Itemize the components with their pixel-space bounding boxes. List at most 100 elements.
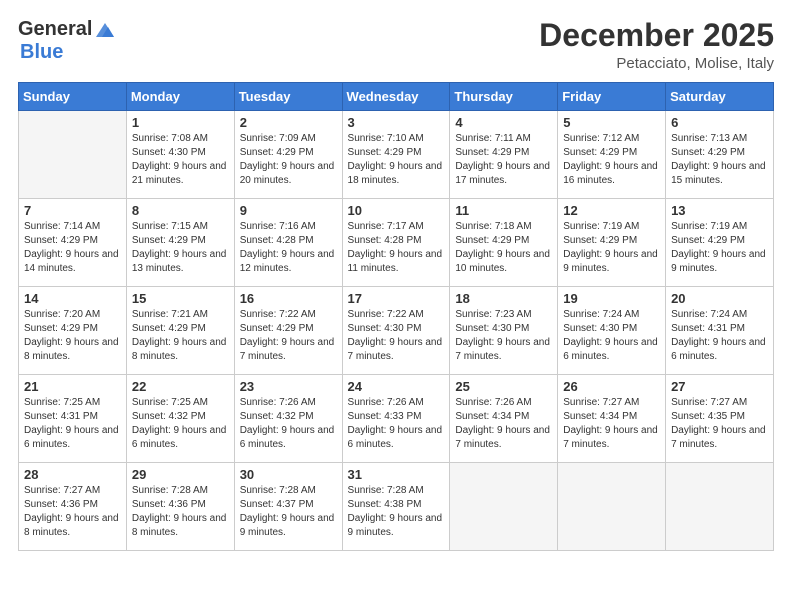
- logo-blue-text: Blue: [20, 41, 63, 63]
- day-info: Sunrise: 7:22 AM Sunset: 4:29 PM Dayligh…: [240, 308, 337, 364]
- col-header-friday: Friday: [558, 83, 666, 111]
- day-number: 15: [132, 291, 229, 306]
- day-number: 20: [671, 291, 768, 306]
- calendar-cell: 30 Sunrise: 7:28 AM Sunset: 4:37 PM Dayli…: [234, 463, 342, 551]
- calendar-cell: 14Sunrise: 7:20 AM Sunset: 4:29 PM Dayli…: [19, 287, 127, 375]
- col-header-sunday: Sunday: [19, 83, 127, 111]
- calendar-cell: 11 Sunrise: 7:18 AM Sunset: 4:29 PM Dayli…: [450, 199, 558, 287]
- calendar-cell: 1Sunrise: 7:08 AM Sunset: 4:30 PM Daylig…: [126, 111, 234, 199]
- calendar-cell: [558, 463, 666, 551]
- day-info: Sunrise: 7:25 AM Sunset: 4:32 PM Dayligh…: [132, 396, 229, 452]
- day-info: Sunrise: 7:24 AM Sunset: 4:30 PM Dayligh…: [563, 308, 660, 364]
- day-info: Sunrise: 7:22 AM Sunset: 4:30 PM Dayligh…: [348, 308, 445, 364]
- calendar-cell: [19, 111, 127, 199]
- calendar-header-row: SundayMondayTuesdayWednesdayThursdayFrid…: [19, 83, 774, 111]
- calendar-cell: 9 Sunrise: 7:16 AM Sunset: 4:28 PM Daylig…: [234, 199, 342, 287]
- col-header-wednesday: Wednesday: [342, 83, 450, 111]
- day-info: Sunrise: 7:25 AM Sunset: 4:31 PM Dayligh…: [24, 396, 121, 452]
- week-row-3: 14Sunrise: 7:20 AM Sunset: 4:29 PM Dayli…: [19, 287, 774, 375]
- calendar-cell: 21 Sunrise: 7:25 AM Sunset: 4:31 PM Dayli…: [19, 375, 127, 463]
- day-info: Sunrise: 7:15 AM Sunset: 4:29 PM Dayligh…: [132, 220, 229, 276]
- day-number: 2: [240, 115, 337, 130]
- calendar-cell: 3Sunrise: 7:10 AM Sunset: 4:29 PM Daylig…: [342, 111, 450, 199]
- calendar-cell: 7 Sunrise: 7:14 AM Sunset: 4:29 PM Daylig…: [19, 199, 127, 287]
- day-number: 1: [132, 115, 229, 130]
- calendar-cell: 15 Sunrise: 7:21 AM Sunset: 4:29 PM Dayli…: [126, 287, 234, 375]
- calendar-cell: 22 Sunrise: 7:25 AM Sunset: 4:32 PM Dayli…: [126, 375, 234, 463]
- week-row-4: 21 Sunrise: 7:25 AM Sunset: 4:31 PM Dayli…: [19, 375, 774, 463]
- logo: General Blue: [18, 18, 116, 64]
- day-number: 22: [132, 379, 229, 394]
- month-title: December 2025: [539, 18, 774, 53]
- calendar-cell: 18 Sunrise: 7:23 AM Sunset: 4:30 PM Dayli…: [450, 287, 558, 375]
- day-number: 7: [24, 203, 121, 218]
- day-number: 31: [348, 467, 445, 482]
- day-number: 18: [455, 291, 552, 306]
- day-info: Sunrise: 7:26 AM Sunset: 4:33 PM Dayligh…: [348, 396, 445, 452]
- day-info: Sunrise: 7:19 AM Sunset: 4:29 PM Dayligh…: [563, 220, 660, 276]
- col-header-thursday: Thursday: [450, 83, 558, 111]
- header: General Blue December 2025 Petacciato, M…: [18, 18, 774, 72]
- day-number: 13: [671, 203, 768, 218]
- day-number: 30: [240, 467, 337, 482]
- calendar-cell: 25 Sunrise: 7:26 AM Sunset: 4:34 PM Dayli…: [450, 375, 558, 463]
- day-info: Sunrise: 7:23 AM Sunset: 4:30 PM Dayligh…: [455, 308, 552, 364]
- calendar-cell: 4Sunrise: 7:11 AM Sunset: 4:29 PM Daylig…: [450, 111, 558, 199]
- calendar-cell: 8 Sunrise: 7:15 AM Sunset: 4:29 PM Daylig…: [126, 199, 234, 287]
- day-info: Sunrise: 7:26 AM Sunset: 4:32 PM Dayligh…: [240, 396, 337, 452]
- day-number: 17: [348, 291, 445, 306]
- calendar-cell: 28Sunrise: 7:27 AM Sunset: 4:36 PM Dayli…: [19, 463, 127, 551]
- calendar-cell: 5 Sunrise: 7:12 AM Sunset: 4:29 PM Daylig…: [558, 111, 666, 199]
- page: General Blue December 2025 Petacciato, M…: [0, 0, 792, 612]
- day-info: Sunrise: 7:21 AM Sunset: 4:29 PM Dayligh…: [132, 308, 229, 364]
- calendar-cell: 16 Sunrise: 7:22 AM Sunset: 4:29 PM Dayli…: [234, 287, 342, 375]
- day-number: 12: [563, 203, 660, 218]
- day-info: Sunrise: 7:28 AM Sunset: 4:37 PM Dayligh…: [240, 484, 337, 540]
- day-number: 16: [240, 291, 337, 306]
- calendar-cell: 6Sunrise: 7:13 AM Sunset: 4:29 PM Daylig…: [666, 111, 774, 199]
- day-number: 29: [132, 467, 229, 482]
- day-info: Sunrise: 7:13 AM Sunset: 4:29 PM Dayligh…: [671, 132, 768, 188]
- day-info: Sunrise: 7:28 AM Sunset: 4:36 PM Dayligh…: [132, 484, 229, 540]
- day-info: Sunrise: 7:11 AM Sunset: 4:29 PM Dayligh…: [455, 132, 552, 188]
- day-info: Sunrise: 7:20 AM Sunset: 4:29 PM Dayligh…: [24, 308, 121, 364]
- day-number: 24: [348, 379, 445, 394]
- week-row-2: 7 Sunrise: 7:14 AM Sunset: 4:29 PM Daylig…: [19, 199, 774, 287]
- calendar-cell: 17 Sunrise: 7:22 AM Sunset: 4:30 PM Dayli…: [342, 287, 450, 375]
- col-header-monday: Monday: [126, 83, 234, 111]
- calendar-cell: 31 Sunrise: 7:28 AM Sunset: 4:38 PM Dayli…: [342, 463, 450, 551]
- day-info: Sunrise: 7:16 AM Sunset: 4:28 PM Dayligh…: [240, 220, 337, 276]
- day-info: Sunrise: 7:12 AM Sunset: 4:29 PM Dayligh…: [563, 132, 660, 188]
- week-row-5: 28Sunrise: 7:27 AM Sunset: 4:36 PM Dayli…: [19, 463, 774, 551]
- day-number: 3: [348, 115, 445, 130]
- day-info: Sunrise: 7:18 AM Sunset: 4:29 PM Dayligh…: [455, 220, 552, 276]
- col-header-saturday: Saturday: [666, 83, 774, 111]
- day-number: 21: [24, 379, 121, 394]
- day-number: 23: [240, 379, 337, 394]
- day-number: 8: [132, 203, 229, 218]
- day-number: 9: [240, 203, 337, 218]
- logo-icon: [94, 19, 116, 41]
- col-header-tuesday: Tuesday: [234, 83, 342, 111]
- calendar-cell: 10Sunrise: 7:17 AM Sunset: 4:28 PM Dayli…: [342, 199, 450, 287]
- calendar-cell: [666, 463, 774, 551]
- day-number: 26: [563, 379, 660, 394]
- day-info: Sunrise: 7:26 AM Sunset: 4:34 PM Dayligh…: [455, 396, 552, 452]
- day-number: 25: [455, 379, 552, 394]
- calendar-cell: 24 Sunrise: 7:26 AM Sunset: 4:33 PM Dayli…: [342, 375, 450, 463]
- title-block: December 2025 Petacciato, Molise, Italy: [539, 18, 774, 72]
- calendar-cell: 23 Sunrise: 7:26 AM Sunset: 4:32 PM Dayli…: [234, 375, 342, 463]
- day-info: Sunrise: 7:24 AM Sunset: 4:31 PM Dayligh…: [671, 308, 768, 364]
- calendar-cell: 20 Sunrise: 7:24 AM Sunset: 4:31 PM Dayli…: [666, 287, 774, 375]
- day-info: Sunrise: 7:27 AM Sunset: 4:35 PM Dayligh…: [671, 396, 768, 452]
- day-number: 19: [563, 291, 660, 306]
- day-number: 11: [455, 203, 552, 218]
- week-row-1: 1Sunrise: 7:08 AM Sunset: 4:30 PM Daylig…: [19, 111, 774, 199]
- day-info: Sunrise: 7:27 AM Sunset: 4:34 PM Dayligh…: [563, 396, 660, 452]
- calendar-table: SundayMondayTuesdayWednesdayThursdayFrid…: [18, 82, 774, 551]
- calendar-cell: 19 Sunrise: 7:24 AM Sunset: 4:30 PM Dayli…: [558, 287, 666, 375]
- calendar-cell: 29 Sunrise: 7:28 AM Sunset: 4:36 PM Dayli…: [126, 463, 234, 551]
- day-info: Sunrise: 7:14 AM Sunset: 4:29 PM Dayligh…: [24, 220, 121, 276]
- day-number: 5: [563, 115, 660, 130]
- day-info: Sunrise: 7:28 AM Sunset: 4:38 PM Dayligh…: [348, 484, 445, 540]
